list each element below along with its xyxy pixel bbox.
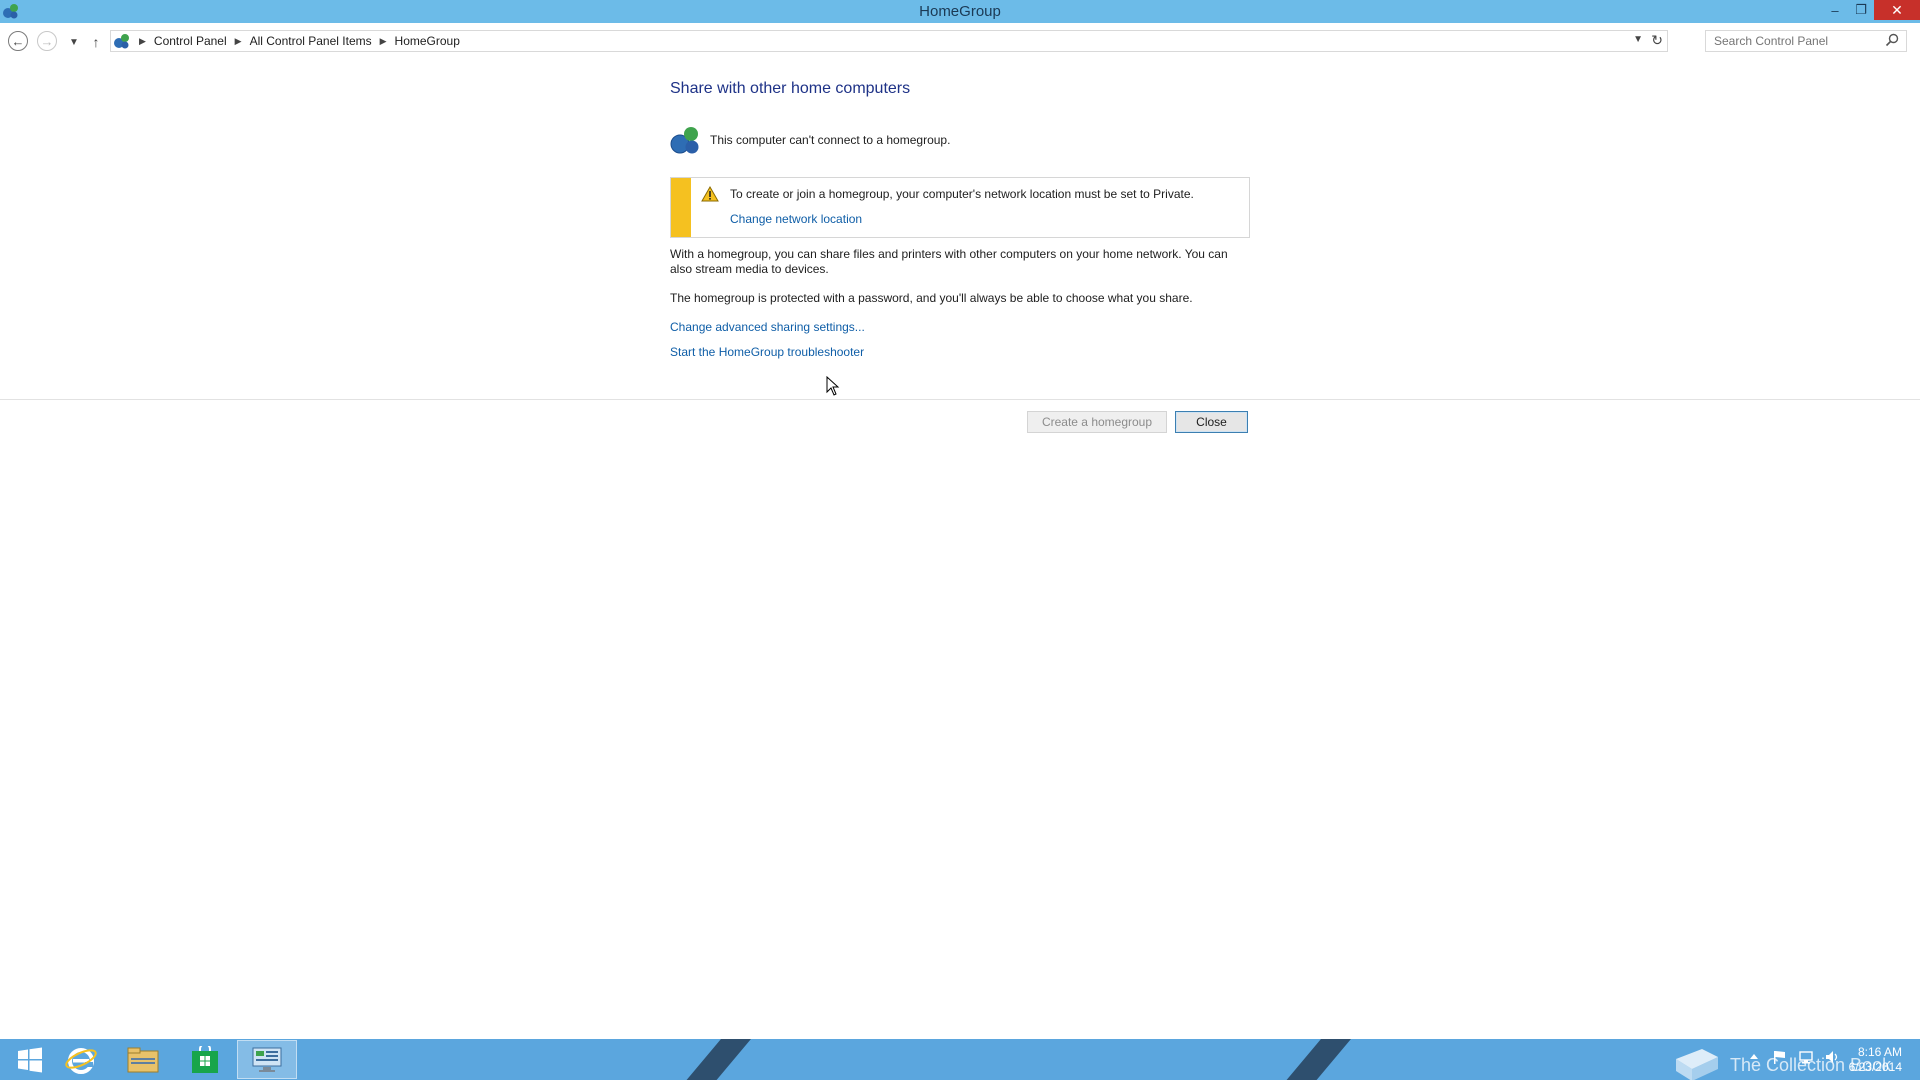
close-window-button[interactable]: ✕: [1874, 0, 1920, 20]
page-title: Share with other home computers: [670, 80, 911, 97]
close-button[interactable]: Close: [1175, 411, 1248, 433]
back-button[interactable]: ←: [8, 31, 28, 51]
homegroup-content: Share with other home computers This com…: [0, 58, 1920, 1038]
windows-logo-icon: [18, 1047, 42, 1072]
search-icon[interactable]: [1885, 33, 1899, 47]
wallpaper-stripe: [1270, 1039, 1360, 1080]
homegroup-password-note: The homegroup is protected with a passwo…: [670, 291, 1193, 305]
breadcrumb-chevron-icon[interactable]: ▶: [380, 36, 387, 47]
address-bar[interactable]: ▶ Control Panel ▶ All Control Panel Item…: [110, 30, 1668, 52]
breadcrumb-chevron-icon[interactable]: ▶: [235, 36, 242, 47]
action-center-flag-icon[interactable]: [1772, 1049, 1788, 1065]
homegroup-description: With a homegroup, you can share files an…: [670, 247, 1228, 276]
homegroup-app-icon[interactable]: [2, 2, 20, 20]
minimize-button[interactable]: –: [1822, 0, 1848, 20]
file-explorer-button[interactable]: [113, 1040, 173, 1079]
warning-icon: [701, 186, 719, 202]
address-dropdown-icon[interactable]: ▼: [1633, 34, 1643, 45]
breadcrumb-homegroup[interactable]: HomeGroup: [395, 34, 460, 48]
internet-explorer-button[interactable]: [51, 1040, 111, 1079]
up-button[interactable]: ↑: [85, 31, 107, 53]
forward-button[interactable]: →: [37, 31, 57, 51]
clock[interactable]: 8:16 AM 6/23/2014: [1848, 1045, 1902, 1075]
divider: [0, 399, 1920, 400]
search-input[interactable]: [1705, 30, 1907, 52]
breadcrumb-all-items[interactable]: All Control Panel Items: [250, 34, 372, 48]
taskbar: The Collection Book 8:16 AM 6/23/2014: [0, 1039, 1920, 1080]
book-icon: [1676, 1049, 1718, 1080]
homegroup-icon: [670, 127, 699, 154]
clock-date: 6/23/2014: [1848, 1060, 1902, 1074]
maximize-button[interactable]: ❐: [1848, 0, 1874, 20]
control-panel-icon: [252, 1047, 282, 1072]
store-icon: [192, 1045, 218, 1073]
warning-message: To create or join a homegroup, your comp…: [730, 187, 1194, 201]
window-title: HomeGroup: [919, 3, 1001, 20]
folder-icon: [127, 1047, 159, 1072]
refresh-icon[interactable]: ↻: [1651, 32, 1663, 49]
warning-box: To create or join a homegroup, your comp…: [670, 177, 1250, 238]
breadcrumb-control-panel[interactable]: Control Panel: [154, 34, 227, 48]
control-panel-taskbar-button[interactable]: [237, 1040, 297, 1079]
change-advanced-sharing-link[interactable]: Change advanced sharing settings...: [670, 320, 865, 334]
homegroup-troubleshooter-link[interactable]: Start the HomeGroup troubleshooter: [670, 345, 864, 359]
control-panel-icon: [114, 34, 129, 49]
homegroup-status: This computer can't connect to a homegro…: [670, 124, 950, 156]
navigation-bar: ← → ▼ ↑ ▶ Control Panel ▶ All Control Pa…: [0, 23, 1920, 58]
breadcrumb-chevron-icon[interactable]: ▶: [139, 36, 146, 47]
warning-stripe: [671, 178, 691, 237]
status-text: This computer can't connect to a homegro…: [710, 133, 951, 147]
recent-locations-button[interactable]: ▼: [63, 31, 85, 53]
clock-time: 8:16 AM: [1857, 1045, 1902, 1059]
change-network-location-link[interactable]: Change network location: [730, 212, 862, 226]
internet-explorer-icon: [65, 1047, 97, 1074]
title-bar: HomeGroup – ❐ ✕: [0, 0, 1920, 23]
create-homegroup-button[interactable]: Create a homegroup: [1027, 411, 1167, 433]
wallpaper-stripe: [670, 1039, 760, 1080]
network-icon[interactable]: [1798, 1049, 1814, 1065]
mouse-cursor-icon: [826, 376, 840, 396]
store-button[interactable]: [175, 1040, 235, 1079]
system-tray: [1746, 1049, 1840, 1065]
volume-icon[interactable]: [1824, 1049, 1840, 1065]
show-hidden-icons-icon[interactable]: [1746, 1049, 1762, 1065]
